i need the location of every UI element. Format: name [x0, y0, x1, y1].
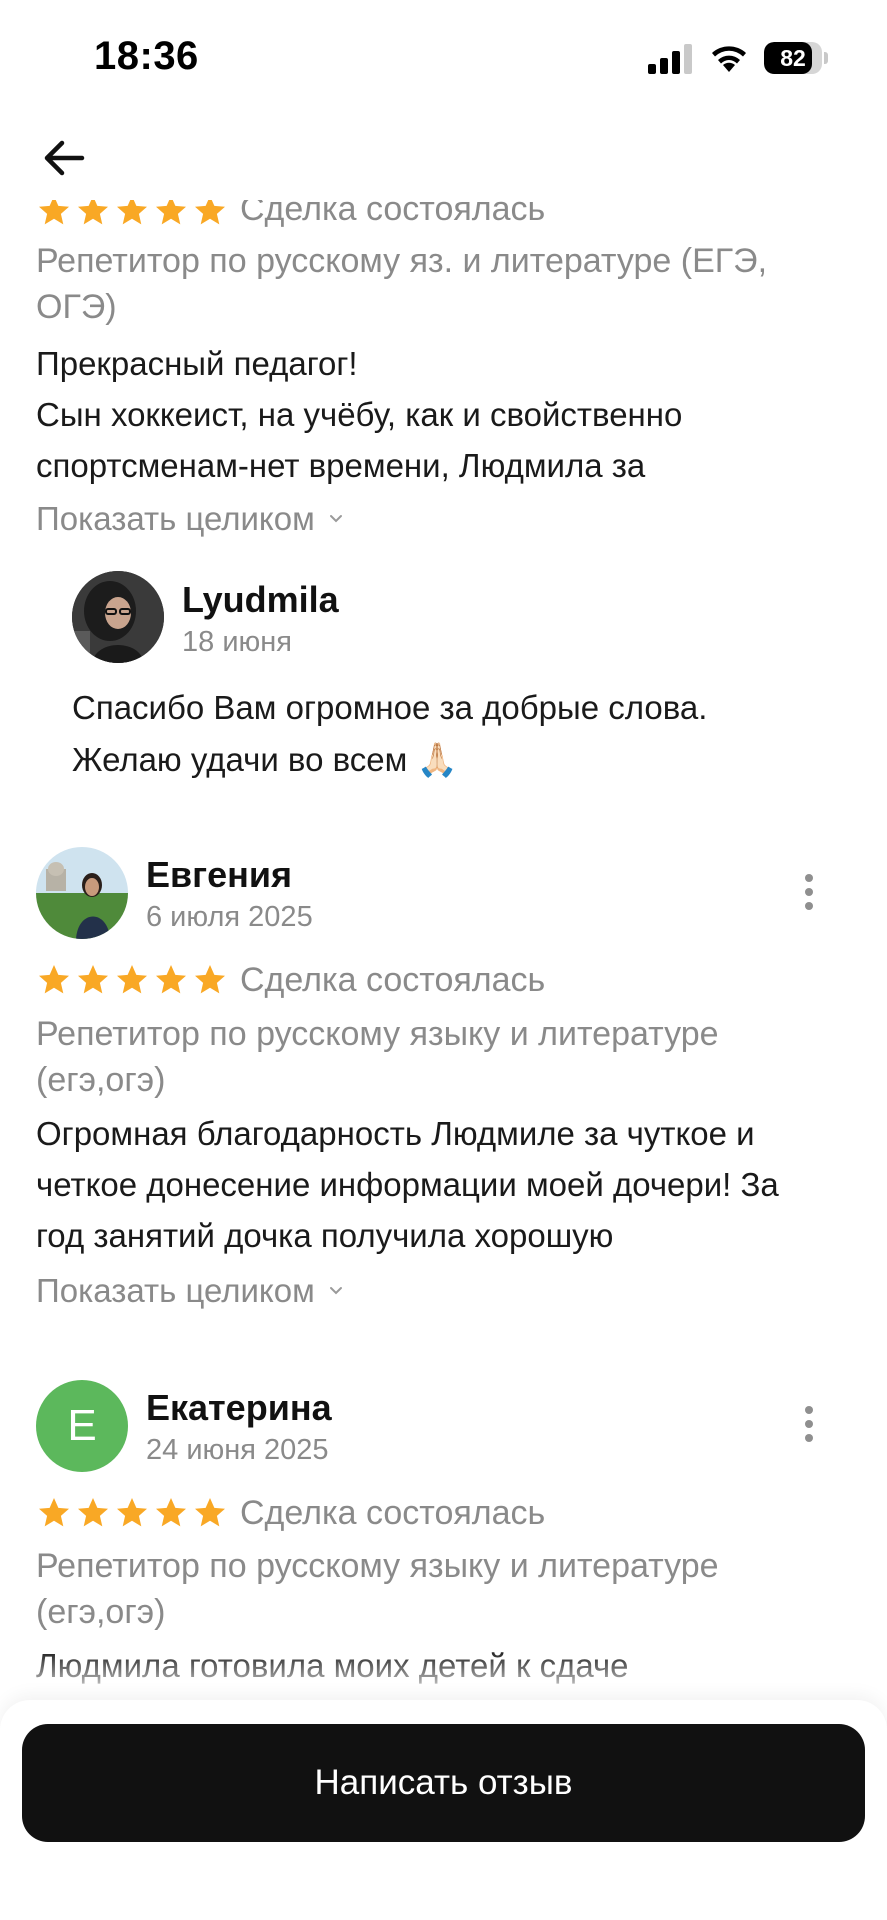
- reply-author-name: Lyudmila: [182, 579, 339, 620]
- back-button[interactable]: [36, 130, 92, 186]
- star-icon: [117, 1498, 147, 1527]
- star-icon: [78, 1498, 108, 1527]
- reply-text-line: Спасибо Вам огромное за добрые слова.: [72, 689, 708, 726]
- show-more-button[interactable]: Показать целиком: [36, 1272, 343, 1310]
- star-icon: [117, 965, 147, 994]
- show-more-button[interactable]: Показать целиком: [36, 500, 343, 538]
- star-icon: [39, 965, 69, 994]
- review-author-name: Екатерина: [146, 1387, 332, 1428]
- more-options-button[interactable]: [789, 862, 829, 922]
- star-icon: [156, 965, 186, 994]
- review-2-rating: [36, 962, 231, 998]
- more-dot: [805, 888, 813, 896]
- more-dot: [805, 902, 813, 910]
- more-dot: [805, 1406, 813, 1414]
- arrow-left-icon: [44, 140, 85, 176]
- star-icon: [78, 965, 108, 994]
- review-text-line: год занятий дочка получила хорошую: [36, 1217, 614, 1254]
- more-options-button[interactable]: [789, 1394, 829, 1454]
- avatar: [72, 571, 164, 663]
- reviews-feed: Сделка состоялась Репетитор по русскому …: [0, 0, 887, 1920]
- chevron-down-icon: [329, 1287, 342, 1295]
- more-dot: [805, 874, 813, 882]
- reply-text-line: Желаю удачи во всем 🙏🏻: [72, 741, 458, 778]
- review-text: Огромная благодарность Людмиле за чуткое…: [36, 1108, 856, 1261]
- review-date: 24 июня 2025: [146, 1434, 329, 1466]
- review-service: Репетитор по русскому языку и литературе…: [36, 1547, 719, 1631]
- battery-level-text: 82: [780, 45, 806, 71]
- more-dot: [805, 1420, 813, 1428]
- show-more-label: Показать целиком: [36, 500, 315, 537]
- battery-indicator: 82: [764, 42, 828, 74]
- review-date: 6 июля 2025: [146, 901, 313, 933]
- write-review-button[interactable]: Написать отзыв: [22, 1724, 865, 1842]
- avatar: [36, 847, 128, 939]
- review-text-line: Огромная благодарность Людмиле за чуткое…: [36, 1115, 755, 1152]
- status-bar: 18:36 82: [0, 0, 887, 118]
- review-text-line: спортсменам-нет времени, Людмила за: [36, 447, 646, 484]
- deal-status: Сделка состоялась: [240, 1494, 546, 1532]
- review-author-name: Евгения: [146, 854, 293, 895]
- top-nav: [0, 118, 887, 200]
- cellular-signal-icon: [648, 44, 692, 74]
- star-icon: [39, 1498, 69, 1527]
- battery-cap: [824, 52, 828, 64]
- reply-text: Спасибо Вам огромное за добрые слова. Же…: [72, 682, 852, 786]
- review-service: Репетитор по русскому яз. и литературе (…: [36, 242, 768, 326]
- review-3-rating: [36, 1495, 231, 1531]
- deal-status: Сделка состоялась: [240, 961, 546, 999]
- show-more-label: Показать целиком: [36, 1272, 315, 1309]
- review-text: Прекрасный педагог! Сын хоккеист, на учё…: [36, 338, 856, 491]
- avatar: Е: [36, 1380, 128, 1472]
- avatar-photo: [36, 847, 128, 939]
- review-text-line: Сын хоккеист, на учёбу, как и свойственн…: [36, 396, 683, 433]
- write-review-label: Написать отзыв: [314, 1763, 573, 1802]
- review-service: Репетитор по русскому языку и литературе…: [36, 1015, 719, 1099]
- bottom-fade: [0, 1650, 887, 1700]
- star-icon: [195, 1498, 225, 1527]
- status-time: 18:36: [94, 34, 199, 78]
- battery-body: 82: [764, 42, 822, 74]
- reply-date: 18 июня: [182, 626, 292, 658]
- avatar-photo: [72, 571, 164, 663]
- review-text-line: Прекрасный педагог!: [36, 345, 358, 382]
- more-dot: [805, 1434, 813, 1442]
- chevron-down-icon: [329, 515, 342, 523]
- review-text-line: четкое донесение информации моей дочери!…: [36, 1166, 779, 1203]
- star-icon: [195, 965, 225, 994]
- wifi-icon: [712, 46, 746, 72]
- star-icon: [156, 1498, 186, 1527]
